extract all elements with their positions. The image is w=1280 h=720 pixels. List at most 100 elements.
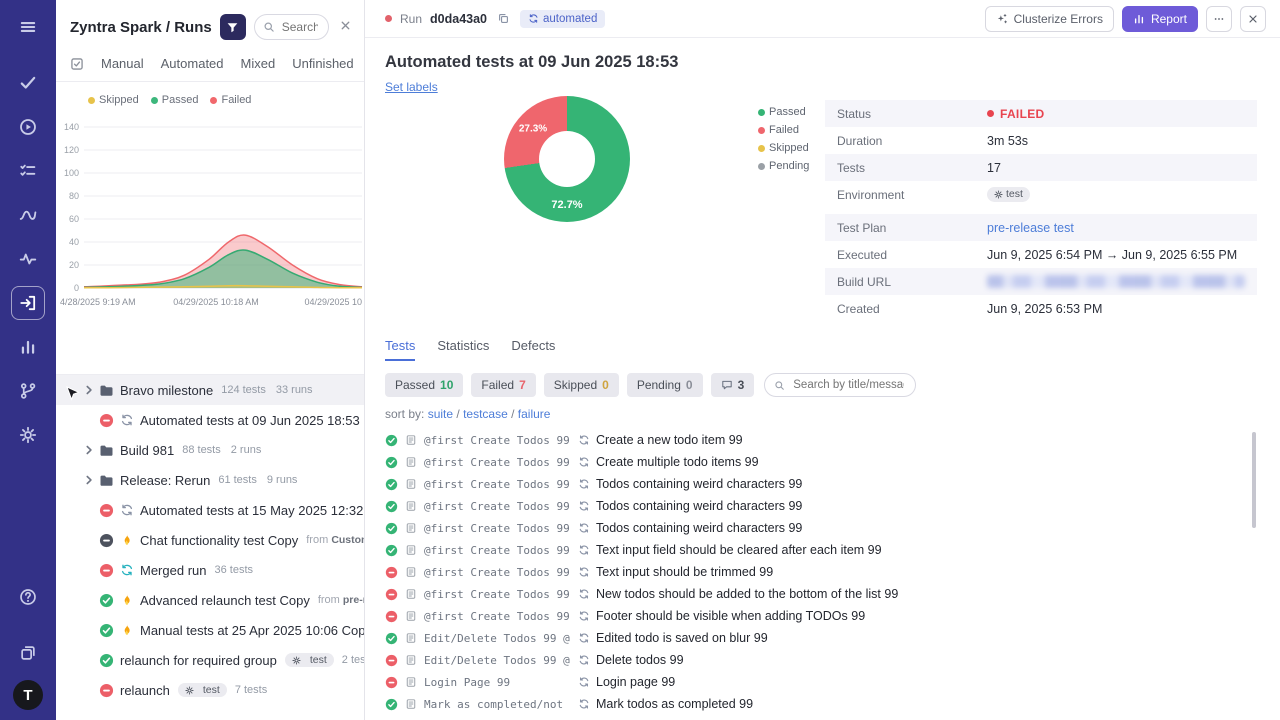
legend-item-skipped[interactable]: Skipped (758, 142, 809, 154)
nav-line-chart[interactable] (11, 198, 45, 232)
env-badge: test (987, 187, 1030, 202)
svg-text:04/29/2025 10: 04/29/2025 10 (304, 297, 362, 307)
legend-item-failed[interactable]: Failed (210, 94, 251, 106)
test-row[interactable]: @first Create Todos 99…Todos containing … (365, 495, 1280, 517)
report-button[interactable]: Report (1122, 6, 1198, 32)
test-row[interactable]: Edit/Delete Todos 99 @…Edited todo is sa… (365, 627, 1280, 649)
test-row[interactable]: Edit/Delete Todos 99 @…Delete todos 99 (365, 649, 1280, 671)
legend-item-pending[interactable]: Pending (758, 160, 809, 172)
test-row[interactable]: Login Page 99Login page 99 (365, 671, 1280, 693)
runs-tab-automated[interactable]: Automated (161, 56, 224, 71)
nav-git-branch[interactable] (11, 374, 45, 408)
runs-timeline-chart: 0204060801001201404/28/2025 9:19 AM04/29… (56, 106, 364, 322)
stack-icon (19, 644, 37, 662)
nav-box-arrow[interactable] (11, 286, 45, 320)
test-row[interactable]: @first Create Todos 99…Create multiple t… (365, 451, 1280, 473)
test-row[interactable]: Mark as completed/not …Mark todos as com… (365, 693, 1280, 715)
select-all-icon[interactable] (70, 57, 84, 71)
test-suite: @first Create Todos 99… (424, 522, 570, 535)
test-title: Create multiple todo items 99 (596, 455, 759, 469)
tree-folder[interactable]: Build 98188 tests2 runs (56, 435, 364, 465)
sort-link-failure[interactable]: failure (518, 407, 551, 421)
filter-chip-comments[interactable]: 3 (711, 373, 755, 397)
gear-icon (292, 656, 301, 665)
nav-check[interactable] (11, 66, 45, 100)
set-labels-link[interactable]: Set labels (385, 80, 438, 94)
status-failed-icon (385, 654, 398, 667)
tree-run[interactable]: relaunch for required grouptest2 tests (56, 645, 364, 675)
legend-item-skipped[interactable]: Skipped (88, 94, 139, 106)
test-row[interactable]: @first Create Todos 99…Todos containing … (365, 517, 1280, 539)
test-suite: @first Create Todos 99… (424, 588, 570, 601)
tests-search-input[interactable] (791, 378, 906, 392)
status-failed-icon (99, 503, 114, 518)
chevron-slot[interactable] (82, 383, 99, 397)
test-row[interactable]: @first Create Todos 99…Footer should be … (365, 605, 1280, 627)
runs-tab-mixed[interactable]: Mixed (241, 56, 276, 71)
tree-run[interactable]: relaunchtest7 tests (56, 675, 364, 705)
filter-button[interactable] (220, 14, 246, 40)
sort-link-suite[interactable]: suite (428, 407, 453, 421)
svg-text:100: 100 (64, 168, 79, 178)
filter-chip-skipped[interactable]: Skipped0 (544, 373, 619, 397)
tree-folder[interactable]: Release: Rerun61 tests9 runs (56, 465, 364, 495)
legend-item-failed[interactable]: Failed (758, 124, 809, 136)
tab-statistics[interactable]: Statistics (437, 338, 489, 361)
panel-close-button[interactable] (337, 17, 354, 37)
tree-run[interactable]: Advanced relaunch test Copyfrom pre-rele… (56, 585, 364, 615)
nav-gear[interactable] (11, 418, 45, 452)
runs-search[interactable] (254, 14, 329, 40)
logo-t[interactable]: T (13, 680, 43, 710)
search-icon (774, 380, 785, 391)
chevron-slot[interactable] (82, 443, 99, 457)
nav-activity[interactable] (11, 242, 45, 276)
test-plan-link[interactable]: pre-release test (987, 221, 1074, 235)
tree-run[interactable]: Automated tests at 09 Jun 2025 18:53from… (56, 405, 364, 435)
chevron-right-icon (82, 443, 96, 457)
nav-bar-chart[interactable] (11, 330, 45, 364)
test-row[interactable]: @first Create Todos 99…Create a new todo… (365, 429, 1280, 451)
automated-badge: automated (520, 10, 605, 28)
tests-scrollbar[interactable] (1252, 432, 1256, 528)
test-suite: Edit/Delete Todos 99 @… (424, 632, 570, 645)
nav-menu[interactable] (11, 10, 45, 44)
tree-run[interactable]: Manual tests at 25 Apr 2025 10:06 Copyfr… (56, 615, 364, 645)
test-row[interactable]: @first Create Todos 99…Text input field … (365, 539, 1280, 561)
line-chart-icon (19, 206, 37, 224)
tree-item-meta: 124 tests (221, 384, 266, 396)
nav-list-check[interactable] (11, 154, 45, 188)
search-icon (263, 21, 275, 33)
test-row[interactable]: @first Create Todos 99…New todos should … (365, 583, 1280, 605)
tests-search[interactable] (764, 373, 916, 397)
nav-play-circle[interactable] (11, 110, 45, 144)
clusterize-errors-button[interactable]: Clusterize Errors (985, 6, 1114, 32)
nav-help-circle[interactable] (11, 580, 45, 614)
copy-run-id-button[interactable] (495, 10, 512, 27)
tree-run[interactable]: Automated tests at 15 May 2025 12:32from… (56, 495, 364, 525)
legend-item-passed[interactable]: Passed (758, 106, 809, 118)
filter-chip-passed[interactable]: Passed10 (385, 373, 463, 397)
chevron-slot[interactable] (82, 473, 99, 487)
legend-item-passed[interactable]: Passed (151, 94, 199, 106)
test-case-icon (405, 676, 417, 688)
tree-run[interactable]: Merged run36 tests (56, 555, 364, 585)
sort-link-testcase[interactable]: testcase (463, 407, 508, 421)
nav-stack[interactable] (11, 636, 45, 670)
tree-run[interactable]: Chat functionality test Copyfrom Custom … (56, 525, 364, 555)
runs-search-input[interactable] (280, 19, 320, 35)
tab-tests[interactable]: Tests (385, 338, 415, 361)
tree-folder[interactable]: Bravo milestone124 tests33 runs (56, 375, 364, 405)
test-row[interactable]: @first Create Todos 99…Todos containing … (365, 473, 1280, 495)
filter-chip-pending[interactable]: Pending0 (627, 373, 703, 397)
runs-tab-manual[interactable]: Manual (101, 56, 144, 71)
filter-chip-failed[interactable]: Failed7 (471, 373, 535, 397)
tab-defects[interactable]: Defects (511, 338, 555, 361)
svg-text:04/29/2025 10:18 AM: 04/29/2025 10:18 AM (173, 297, 259, 307)
env-badge: test (285, 653, 334, 668)
runs-tab-unfinished[interactable]: Unfinished (292, 56, 353, 71)
automated-icon (120, 503, 134, 517)
test-row[interactable]: @first Create Todos 99…Text input should… (365, 561, 1280, 583)
more-actions-button[interactable] (1206, 6, 1232, 32)
svg-text:4/28/2025 9:19 AM: 4/28/2025 9:19 AM (60, 297, 136, 307)
close-run-button[interactable] (1240, 6, 1266, 32)
